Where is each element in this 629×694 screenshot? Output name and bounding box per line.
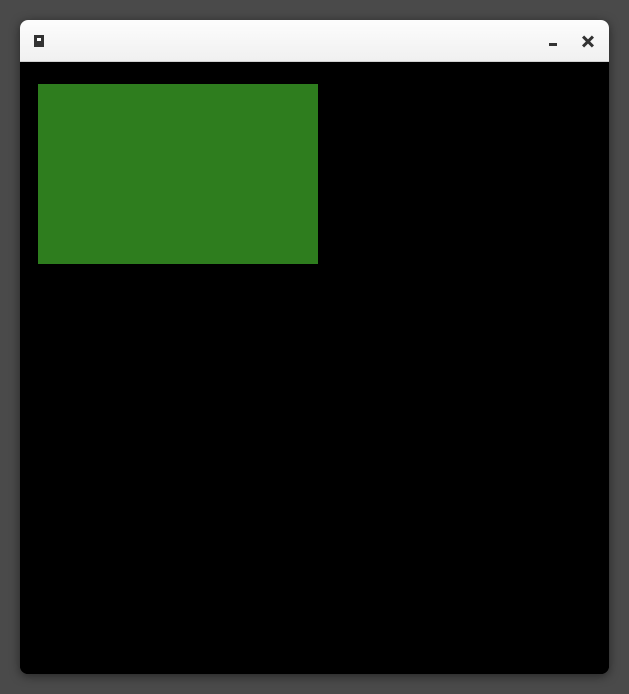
titlebar-left bbox=[34, 35, 52, 47]
minimize-button[interactable] bbox=[549, 36, 559, 46]
titlebar[interactable] bbox=[20, 20, 609, 62]
green-rectangle bbox=[38, 84, 318, 264]
canvas-area bbox=[20, 62, 609, 674]
application-window bbox=[20, 20, 609, 674]
titlebar-controls bbox=[549, 34, 595, 48]
close-button[interactable] bbox=[581, 34, 595, 48]
app-icon bbox=[34, 35, 44, 47]
